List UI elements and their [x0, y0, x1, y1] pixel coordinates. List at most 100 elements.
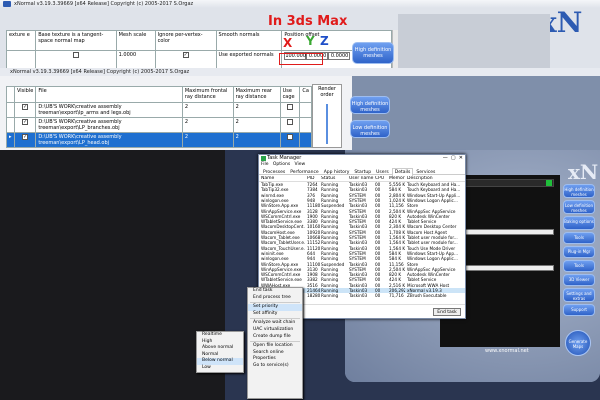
priority-submenu: Realtime High Above normal Normal Below norm… [196, 331, 244, 373]
context-menu-item[interactable]: UAC virtualization [248, 327, 302, 334]
col-header-smooth-normals: Smooth normals [215, 30, 283, 51]
high-def-mesh-table: Visible File Maximum frontal ray distanc… [6, 86, 312, 148]
table-row[interactable]: ✓ D:\UB'S WORK\creative assembly treeman… [6, 117, 312, 133]
col-header-cage: Ca [299, 86, 312, 103]
menu-file[interactable]: File [261, 162, 269, 167]
table-row-selected[interactable]: ▸ ✓ D:\UB'S WORK\creative assembly treem… [6, 132, 312, 148]
cell-file[interactable]: D:\UB'S WORK\creative assembly treeman\e… [35, 102, 183, 118]
use-cage-checkbox[interactable] [286, 104, 293, 110]
context-menu-item[interactable]: Open file location [248, 343, 302, 350]
visible-checkbox[interactable]: ✓ [22, 119, 29, 125]
priority-menu-item[interactable]: Below normal [197, 358, 243, 365]
support-button[interactable]: Support [563, 304, 595, 316]
high-def-meshes-button-2[interactable]: High definition meshes [350, 96, 390, 114]
process-cell: 18280 [307, 293, 320, 299]
priority-menu-item[interactable]: Low [197, 365, 243, 372]
offset-z-field[interactable]: 0.0000 [328, 52, 351, 60]
end-task-button[interactable]: End task [433, 308, 461, 316]
cell-front[interactable]: 2 [181, 117, 234, 133]
cell-front[interactable]: 2 [181, 132, 234, 148]
offset-highlight-box [279, 53, 323, 65]
context-menu-item[interactable]: Set priority [248, 304, 302, 311]
menu-view[interactable]: View [295, 162, 306, 167]
low-def-meshes-button-2[interactable]: Low definition meshes [563, 200, 595, 214]
col-header-visible: Visible [13, 86, 37, 103]
process-cell: ZBrush Executable [407, 293, 447, 299]
tab-performance[interactable]: Performance [288, 169, 321, 176]
col-header-ignore-vc: Ignore per-vertex-color [154, 30, 217, 51]
axis-label-y: Y [306, 34, 315, 48]
visible-checkbox[interactable]: ✓ [22, 104, 29, 110]
process-cell: 71,716 K [389, 293, 405, 299]
context-menu-item[interactable]: Set affinity [248, 311, 302, 318]
cell-front[interactable]: 2 [181, 102, 234, 118]
render-order-panel[interactable]: Render order [312, 84, 342, 148]
menu-options[interactable]: Options [273, 162, 290, 167]
xnormal-link[interactable]: www.xnormal.net [485, 348, 529, 354]
tools-button[interactable]: Tools [563, 232, 595, 244]
low-def-meshes-button[interactable]: Low definition meshes [350, 120, 390, 138]
use-cage-checkbox[interactable] [286, 119, 293, 125]
process-cell: 00 [375, 293, 381, 299]
col-header-front-ray: Maximum frontal ray distance [181, 86, 234, 103]
cell-rear[interactable]: 2 [232, 132, 281, 148]
context-menu-item[interactable]: Create dump file [248, 334, 302, 341]
annotation-text: In 3ds Max [268, 14, 348, 29]
high-def-meshes-button[interactable]: High definition meshes [352, 42, 394, 64]
cell-rear[interactable]: 2 [232, 117, 281, 133]
tab-processes[interactable]: Processes [261, 169, 287, 176]
plugin-manager-button[interactable]: Plug-in Mgr [563, 246, 595, 258]
xnormal-logo-2: xN [568, 160, 599, 184]
settings-extras-button[interactable]: Settings and extras [563, 288, 595, 302]
tangent-space-checkbox[interactable] [72, 52, 79, 58]
tab-details[interactable]: Details [391, 168, 414, 176]
window-controls[interactable]: — ▢ ✕ [437, 155, 465, 162]
visible-checkbox[interactable]: ✓ [22, 134, 29, 140]
baking-options-button[interactable]: Baking options [563, 216, 595, 230]
context-menu-item[interactable]: Properties [248, 356, 302, 363]
task-manager-title: Task Manager [259, 155, 465, 162]
process-cell: Running [321, 293, 339, 299]
low-def-mesh-table: exture e Base texture is a tangent-space… [5, 30, 392, 72]
high-def-meshes-button-3[interactable]: High definition meshes [563, 184, 595, 198]
col-header-texture: exture e [5, 30, 37, 51]
tab-startup[interactable]: Startup [352, 169, 373, 176]
axis-label-x: X [283, 36, 293, 50]
priority-menu-item[interactable]: Above normal [197, 345, 243, 352]
menu-separator [250, 341, 300, 343]
tools-button-2[interactable]: Tools [563, 260, 595, 272]
col-header-rear-ray: Maximum rear ray distance [232, 86, 281, 103]
table-row[interactable]: ✓ D:\UB'S WORK\creative assembly treeman… [6, 102, 312, 118]
xnormal-app-icon [3, 1, 11, 7]
cell-file[interactable]: D:\UB'S WORK\creative assembly treeman\e… [35, 132, 183, 148]
task-manager-icon [261, 156, 266, 161]
render-order-slider[interactable] [326, 104, 328, 144]
panel-background [398, 14, 550, 70]
tab-users[interactable]: Users [374, 169, 391, 176]
cell-file[interactable]: D:\UB'S WORK\creative assembly treeman\e… [35, 117, 183, 133]
context-menu-item[interactable]: End task [248, 288, 302, 295]
context-menu-item[interactable]: Go to service(s) [248, 363, 302, 370]
render-order-label: Render order [318, 86, 336, 98]
tab-services[interactable]: Services [414, 169, 437, 176]
axis-label-z: Z [320, 34, 329, 48]
use-cage-checkbox[interactable] [286, 134, 293, 140]
row-pointer-icon: ▸ [6, 132, 15, 148]
3d-viewer-button[interactable]: 3D Viewer [563, 274, 595, 286]
generate-maps-button[interactable]: Generate Maps [565, 330, 591, 356]
priority-menu-item[interactable]: Realtime [197, 332, 243, 339]
context-menu: End task End process tree Set priority Set … [247, 287, 303, 399]
process-cell: Taskin03 [349, 293, 368, 299]
context-menu-item[interactable]: Analyze wait chain [248, 320, 302, 327]
side-panel [352, 76, 600, 150]
process-list: TabTip.exe 7264 Running Taskin03 00 5,556 K To… [259, 182, 465, 302]
status-indicator [546, 180, 552, 186]
window-title: xNormal v3.19.3.39669 [x64 Release] Copy… [0, 68, 600, 76]
col-header-mesh-scale: Mesh scale [115, 30, 156, 51]
tab-app-history[interactable]: App history [322, 169, 352, 176]
cell-rear[interactable]: 2 [232, 102, 281, 118]
col-header-file: File [35, 86, 183, 103]
ignore-vc-checkbox[interactable]: ✓ [182, 52, 189, 58]
window-title: xNormal v3.19.3.39669 [x64 Release] Copy… [0, 0, 600, 8]
context-menu-item[interactable]: End process tree [248, 295, 302, 302]
